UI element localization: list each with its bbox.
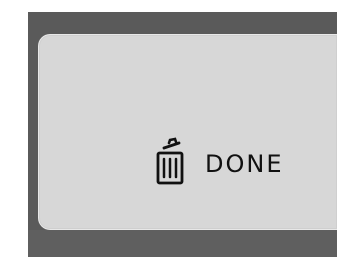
trash-icon: [151, 135, 189, 191]
action-dialog: DONE: [38, 34, 337, 230]
done-label: DONE: [205, 150, 284, 178]
done-button[interactable]: DONE: [151, 132, 284, 194]
lower-overlay: [28, 230, 337, 257]
